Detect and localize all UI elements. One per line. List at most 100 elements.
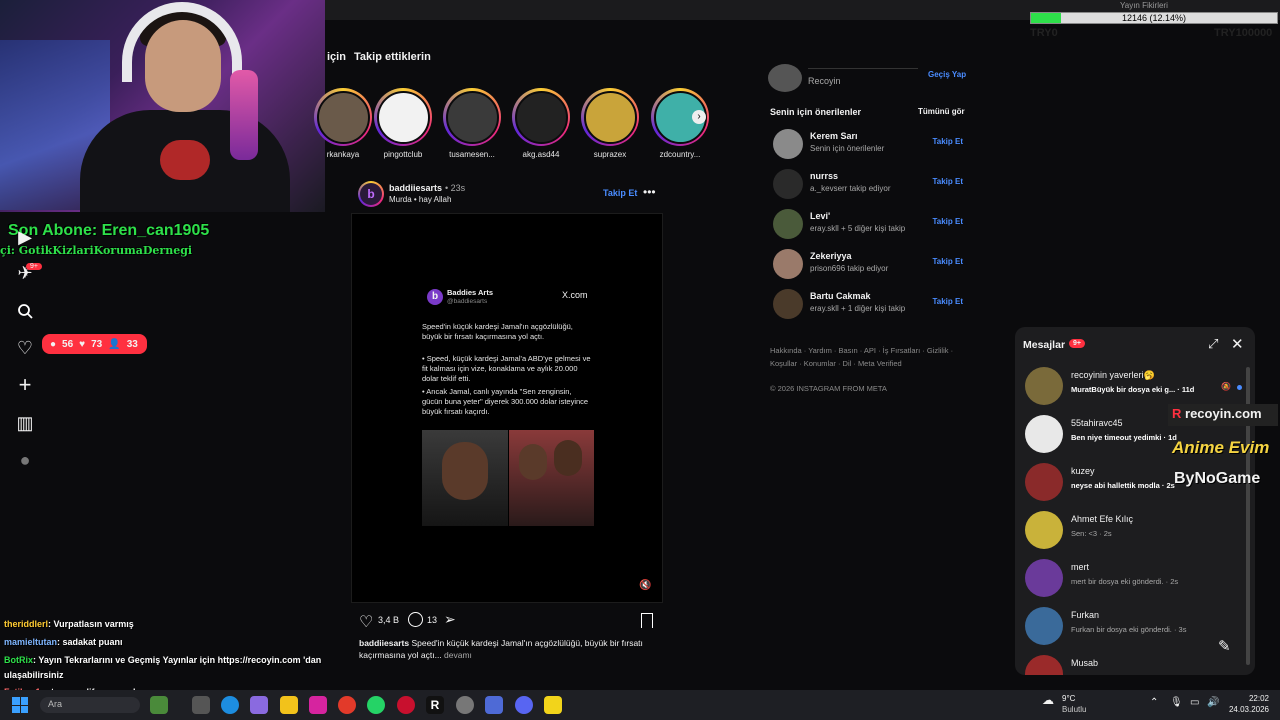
stories-next-icon[interactable]: › xyxy=(692,110,706,124)
tab-following[interactable]: Takip ettiklerin xyxy=(354,51,431,63)
avatar xyxy=(1025,463,1063,501)
avatar xyxy=(1025,367,1063,405)
explorer-icon[interactable] xyxy=(280,696,298,714)
post-audio[interactable]: Murda • hay Allah xyxy=(389,195,451,204)
clock-time[interactable]: 22:02 xyxy=(1229,694,1269,703)
search-input[interactable]: Ara xyxy=(40,697,140,713)
messages-badge: 9+ xyxy=(1069,339,1085,348)
webcam-overlay xyxy=(0,0,325,212)
profile-icon[interactable]: ● xyxy=(14,449,36,471)
chrome-icon[interactable] xyxy=(338,696,356,714)
avatar xyxy=(1025,511,1063,549)
follow-button[interactable]: Takip Et xyxy=(932,217,963,226)
search-icon[interactable] xyxy=(14,300,36,322)
story-item[interactable]: akg.asd44 xyxy=(512,88,570,159)
story-item[interactable]: rkankaya xyxy=(314,88,372,159)
suggestion-item: Bartu Cakmak eray.skll + 1 diğer kişi ta… xyxy=(773,287,965,323)
post-username[interactable]: baddiiesarts xyxy=(389,183,442,193)
sponsor-anime-evim: Anime Evim xyxy=(1172,438,1270,457)
conversation-item[interactable]: mert mert bir dosya eki gönderdi. · 2s xyxy=(1025,556,1250,602)
reels-icon[interactable]: ▶ xyxy=(14,226,36,248)
person-icon: 👤 xyxy=(108,338,121,350)
follow-button[interactable]: Takip Et xyxy=(932,177,963,186)
messages-panel: Mesajlar 9+ ⤢ ✕ recoyinin yaverleri🥱 Mur… xyxy=(1015,327,1255,675)
volume-icon[interactable]: 🔊 xyxy=(1207,697,1219,708)
progress-min: TRY0 xyxy=(1030,27,1058,39)
more-options-icon[interactable]: ••• xyxy=(643,185,656,199)
like-icon[interactable]: ♡ xyxy=(359,612,373,632)
footer-links[interactable]: Koşullar · Konumlar · Dil · Meta Verifie… xyxy=(770,359,902,368)
post-avatar[interactable]: b xyxy=(358,181,384,207)
dashboard-icon[interactable]: ▥ xyxy=(14,412,36,434)
notifications-icon[interactable]: ♡ xyxy=(14,337,36,359)
chevron-up-icon[interactable]: ⌃ xyxy=(1150,697,1158,708)
avatar[interactable] xyxy=(773,169,803,199)
caption-more-link[interactable]: devamı xyxy=(444,650,472,660)
clock-date[interactable]: 24.03.2026 xyxy=(1222,705,1269,714)
comment-count: 56 xyxy=(62,338,74,350)
viewer-count: 33 xyxy=(126,338,138,350)
notes-icon[interactable] xyxy=(544,696,562,714)
share-icon[interactable]: ➢ xyxy=(444,611,456,628)
follow-button[interactable]: Takip Et xyxy=(932,257,963,266)
conversation-item[interactable]: Furkan Furkan bir dosya eki gönderdi. · … xyxy=(1025,604,1250,650)
muted-icon: 🔕 xyxy=(1221,382,1231,391)
save-icon[interactable] xyxy=(641,613,653,628)
chat-line: BotRix: Yayın Tekrarlarını ve Geçmiş Yay… xyxy=(4,655,322,665)
sponsor-bynogame: ByNoGame xyxy=(1174,470,1261,487)
start-icon[interactable] xyxy=(12,697,28,713)
comment-icon: ● xyxy=(50,338,57,350)
compose-icon[interactable]: ✎ xyxy=(1218,637,1231,655)
footer-links[interactable]: Hakkında · Yardım · Basın · API · İş Fır… xyxy=(770,346,953,355)
story-item[interactable]: pingottclub xyxy=(374,88,432,159)
edge-icon[interactable] xyxy=(221,696,239,714)
avatar[interactable] xyxy=(773,129,803,159)
switch-button[interactable]: Geçiş Yap xyxy=(928,70,966,79)
story-item[interactable]: tusamesen... xyxy=(443,88,501,159)
instagram-icon[interactable] xyxy=(309,696,327,714)
tab-for-you[interactable]: için xyxy=(327,51,346,63)
see-all-link[interactable]: Tümünü gör xyxy=(918,107,965,116)
create-icon[interactable]: + xyxy=(14,372,36,397)
weather-icon: ☁ xyxy=(1042,693,1054,707)
like-count: 73 xyxy=(91,338,103,350)
opera-icon[interactable] xyxy=(397,696,415,714)
conversation-item[interactable]: Ahmet Efe Kılıç Sen: <3 · 2s xyxy=(1025,508,1250,554)
settings-icon[interactable] xyxy=(485,696,503,714)
tweet-avatar: b xyxy=(427,289,443,305)
widgets-icon[interactable] xyxy=(150,696,168,714)
story-item[interactable]: suprazex xyxy=(581,88,639,159)
suggestion-item: Kerem Sarı Senin için önerilenler Takip … xyxy=(773,127,965,163)
network-icon[interactable]: ▭ xyxy=(1190,697,1199,708)
recoyin-app-icon[interactable]: R xyxy=(426,696,444,714)
follow-button[interactable]: Takip Et xyxy=(932,137,963,146)
avatar[interactable] xyxy=(773,249,803,279)
obs-icon[interactable] xyxy=(456,696,474,714)
comment-icon[interactable] xyxy=(408,612,423,627)
mute-icon[interactable]: 🔇 xyxy=(639,580,651,591)
whatsapp-icon[interactable] xyxy=(367,696,385,714)
conversation-item[interactable]: Musab xyxy=(1025,652,1250,675)
post-media[interactable]: b Baddies Arts @baddiesarts X.com Speed'… xyxy=(351,213,663,603)
chat-line: theriddlerl: Vurpatlasın varmış xyxy=(4,619,134,629)
caption-username[interactable]: baddiiesarts xyxy=(359,638,409,648)
follow-button[interactable]: Takip Et xyxy=(603,188,637,198)
heart-icon: ♥ xyxy=(79,338,86,350)
follow-button[interactable]: Takip Et xyxy=(932,297,963,306)
weather-temp[interactable]: 9°C xyxy=(1062,694,1075,703)
post-time: • 23s xyxy=(445,183,466,193)
avatar[interactable] xyxy=(773,209,803,239)
discord-icon[interactable] xyxy=(515,696,533,714)
donation-progress: 12146 (12.14%) xyxy=(1030,12,1278,24)
avatar xyxy=(1025,559,1063,597)
task-view-icon[interactable] xyxy=(192,696,210,714)
close-icon[interactable]: ✕ xyxy=(1231,335,1244,353)
avatar[interactable] xyxy=(773,289,803,319)
activity-pill: ● 56 ♥ 73 👤 33 xyxy=(42,334,147,354)
tweet-text: • Speed, küçük kardeşi Jamal'a ABD'ye ge… xyxy=(422,354,591,383)
weather-desc[interactable]: Bulutlu xyxy=(1062,705,1086,714)
expand-icon[interactable]: ⤢ xyxy=(1208,336,1218,352)
mic-icon[interactable]: 🎙 xyxy=(1170,697,1183,708)
current-user-avatar[interactable] xyxy=(768,64,802,92)
copilot-icon[interactable] xyxy=(250,696,268,714)
